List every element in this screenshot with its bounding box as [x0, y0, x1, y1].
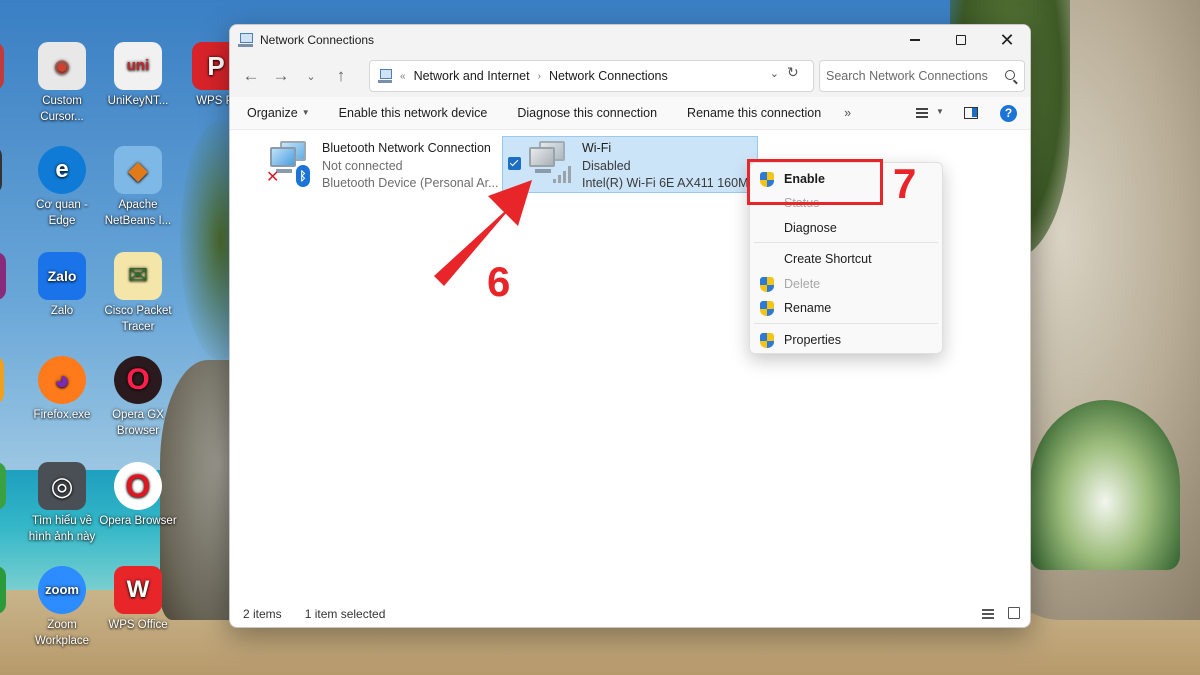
- step-6-arrow-icon: [434, 180, 532, 286]
